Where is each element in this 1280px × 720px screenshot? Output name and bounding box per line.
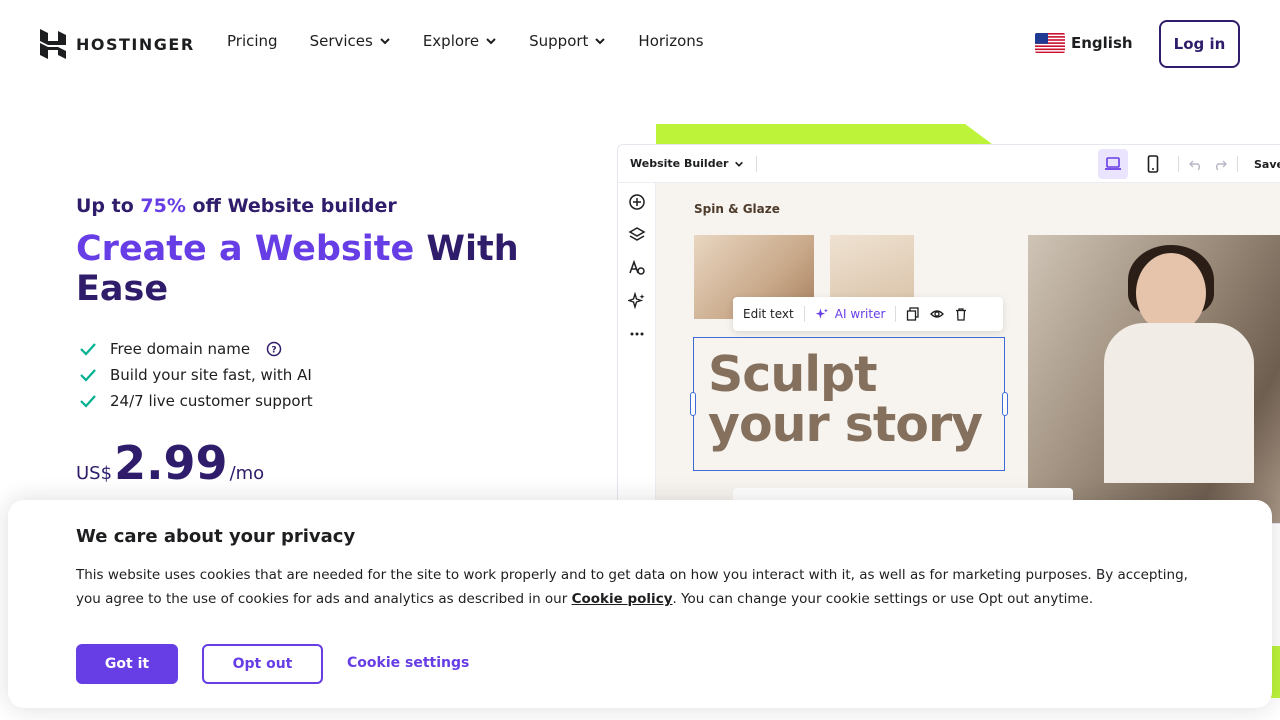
builder-canvas: Spin & Glaze Edit text AI writer Sculpt …	[656, 183, 1280, 523]
nav-services[interactable]: Services	[310, 32, 391, 50]
nav-pricing[interactable]: Pricing	[227, 32, 278, 50]
us-flag-icon	[1035, 33, 1065, 53]
text-context-toolbar: Edit text AI writer	[733, 297, 1003, 331]
save-button[interactable]: Save	[1254, 158, 1280, 171]
person-apron	[1104, 323, 1254, 483]
cookie-settings-button[interactable]: Cookie settings	[347, 655, 469, 671]
desktop-view-button[interactable]	[1098, 149, 1128, 179]
nav-label: Explore	[422, 32, 480, 50]
ai-sparkle-icon	[815, 308, 828, 319]
laptop-icon	[1105, 157, 1121, 170]
chevron-down-icon	[380, 38, 390, 45]
price: US$ 2.99 /mo	[76, 436, 264, 490]
feature-label: Free domain name	[110, 340, 251, 358]
feature-item: 24/7 live customer support	[78, 388, 313, 414]
headline-line: your story	[708, 396, 983, 453]
builder-menu[interactable]: Website Builder	[630, 157, 744, 170]
cookie-banner: We care about your privacy This website …	[8, 500, 1272, 708]
add-circle-icon[interactable]	[628, 193, 646, 211]
site-name: Spin & Glaze	[694, 202, 780, 216]
mobile-view-button[interactable]	[1138, 149, 1168, 179]
mobile-icon	[1147, 155, 1159, 173]
typography-palette-icon[interactable]	[628, 259, 646, 277]
chevron-down-icon	[735, 161, 744, 167]
promo-prefix: Up to	[76, 195, 141, 217]
svg-text:?: ?	[271, 346, 276, 356]
logo-text: HOSTINGER	[76, 34, 195, 54]
cookie-text-part: . You can change your cookie settings or…	[672, 591, 1094, 607]
eye-icon[interactable]	[930, 307, 945, 321]
layers-icon[interactable]	[627, 226, 646, 244]
feature-list: Free domain name ? Build your site fast,…	[78, 336, 313, 414]
site-headline: Sculpt your story	[708, 346, 983, 453]
nav-label: Pricing	[227, 32, 278, 50]
nav-label: Support	[529, 32, 589, 50]
cookie-text: This website uses cookies that are neede…	[76, 563, 1206, 611]
check-icon	[80, 395, 96, 408]
main-nav: Pricing Services Explore Support Horizon…	[227, 32, 704, 50]
check-icon	[80, 343, 96, 356]
website-builder-preview: Website Builder Save Spin & Glaze	[617, 144, 1280, 524]
builder-toolbar: Website Builder Save	[618, 145, 1280, 183]
hostinger-logo-icon	[40, 29, 66, 59]
redo-icon[interactable]	[1213, 157, 1227, 171]
cookie-title: We care about your privacy	[76, 526, 356, 547]
edit-text-button[interactable]: Edit text	[743, 307, 794, 321]
language-label: English	[1071, 34, 1133, 52]
ai-sparkle-icon[interactable]	[627, 292, 646, 310]
person-face	[1136, 253, 1206, 333]
hero-title-accent: Create a Website	[76, 229, 415, 269]
accept-cookies-button[interactable]: Got it	[76, 644, 178, 684]
price-amount: 2.99	[114, 436, 228, 490]
cookie-policy-link[interactable]: Cookie policy	[572, 591, 673, 607]
selected-text-block[interactable]: Sculpt your story	[690, 337, 1008, 471]
ai-writer-label: AI writer	[834, 307, 886, 321]
price-period: /mo	[229, 463, 265, 484]
divider	[756, 155, 758, 172]
feature-label: 24/7 live customer support	[110, 392, 313, 410]
decorative-strip	[656, 124, 992, 144]
hero-title: Create a Website With Ease	[76, 229, 536, 309]
chevron-down-icon	[595, 38, 606, 45]
builder-title: Website Builder	[630, 157, 729, 170]
nav-horizons[interactable]: Horizons	[638, 32, 703, 50]
help-circle-icon[interactable]: ?	[266, 341, 282, 357]
trash-icon[interactable]	[954, 307, 968, 321]
nav-label: Horizons	[638, 32, 704, 50]
more-dots-icon[interactable]	[628, 325, 646, 343]
chevron-down-icon	[486, 38, 496, 45]
promo-discount: 75%	[140, 195, 186, 217]
feature-item: Free domain name ?	[78, 336, 313, 362]
check-icon	[80, 369, 96, 382]
divider	[895, 306, 897, 322]
login-button[interactable]: Log in	[1159, 20, 1240, 68]
feature-item: Build your site fast, with AI	[78, 362, 313, 388]
builder-actions: Save	[1098, 149, 1280, 179]
divider	[1237, 156, 1238, 172]
feature-label: Build your site fast, with AI	[110, 366, 312, 384]
nav-label: Services	[309, 32, 373, 50]
price-currency: US$	[76, 463, 113, 484]
undo-icon[interactable]	[1189, 157, 1203, 171]
copy-icon[interactable]	[906, 307, 920, 321]
resize-handle-left[interactable]	[690, 392, 696, 416]
divider	[803, 306, 805, 322]
opt-out-button[interactable]: Opt out	[202, 644, 323, 684]
promo-text: Up to 75% off Website builder	[76, 195, 397, 217]
promo-suffix: off Website builder	[185, 195, 397, 217]
nav-support[interactable]: Support	[529, 32, 606, 50]
headline-line: Sculpt	[708, 346, 878, 403]
hostinger-logo[interactable]: HOSTINGER	[40, 29, 195, 59]
nav-explore[interactable]: Explore	[423, 32, 497, 50]
resize-handle-right[interactable]	[1002, 392, 1008, 416]
divider	[1178, 156, 1179, 172]
builder-sidebar	[618, 183, 656, 523]
language-selector[interactable]: English	[1035, 33, 1133, 53]
ai-writer-button[interactable]: AI writer	[815, 307, 886, 321]
site-header: HOSTINGER Pricing Services Explore Suppo…	[0, 0, 1280, 88]
